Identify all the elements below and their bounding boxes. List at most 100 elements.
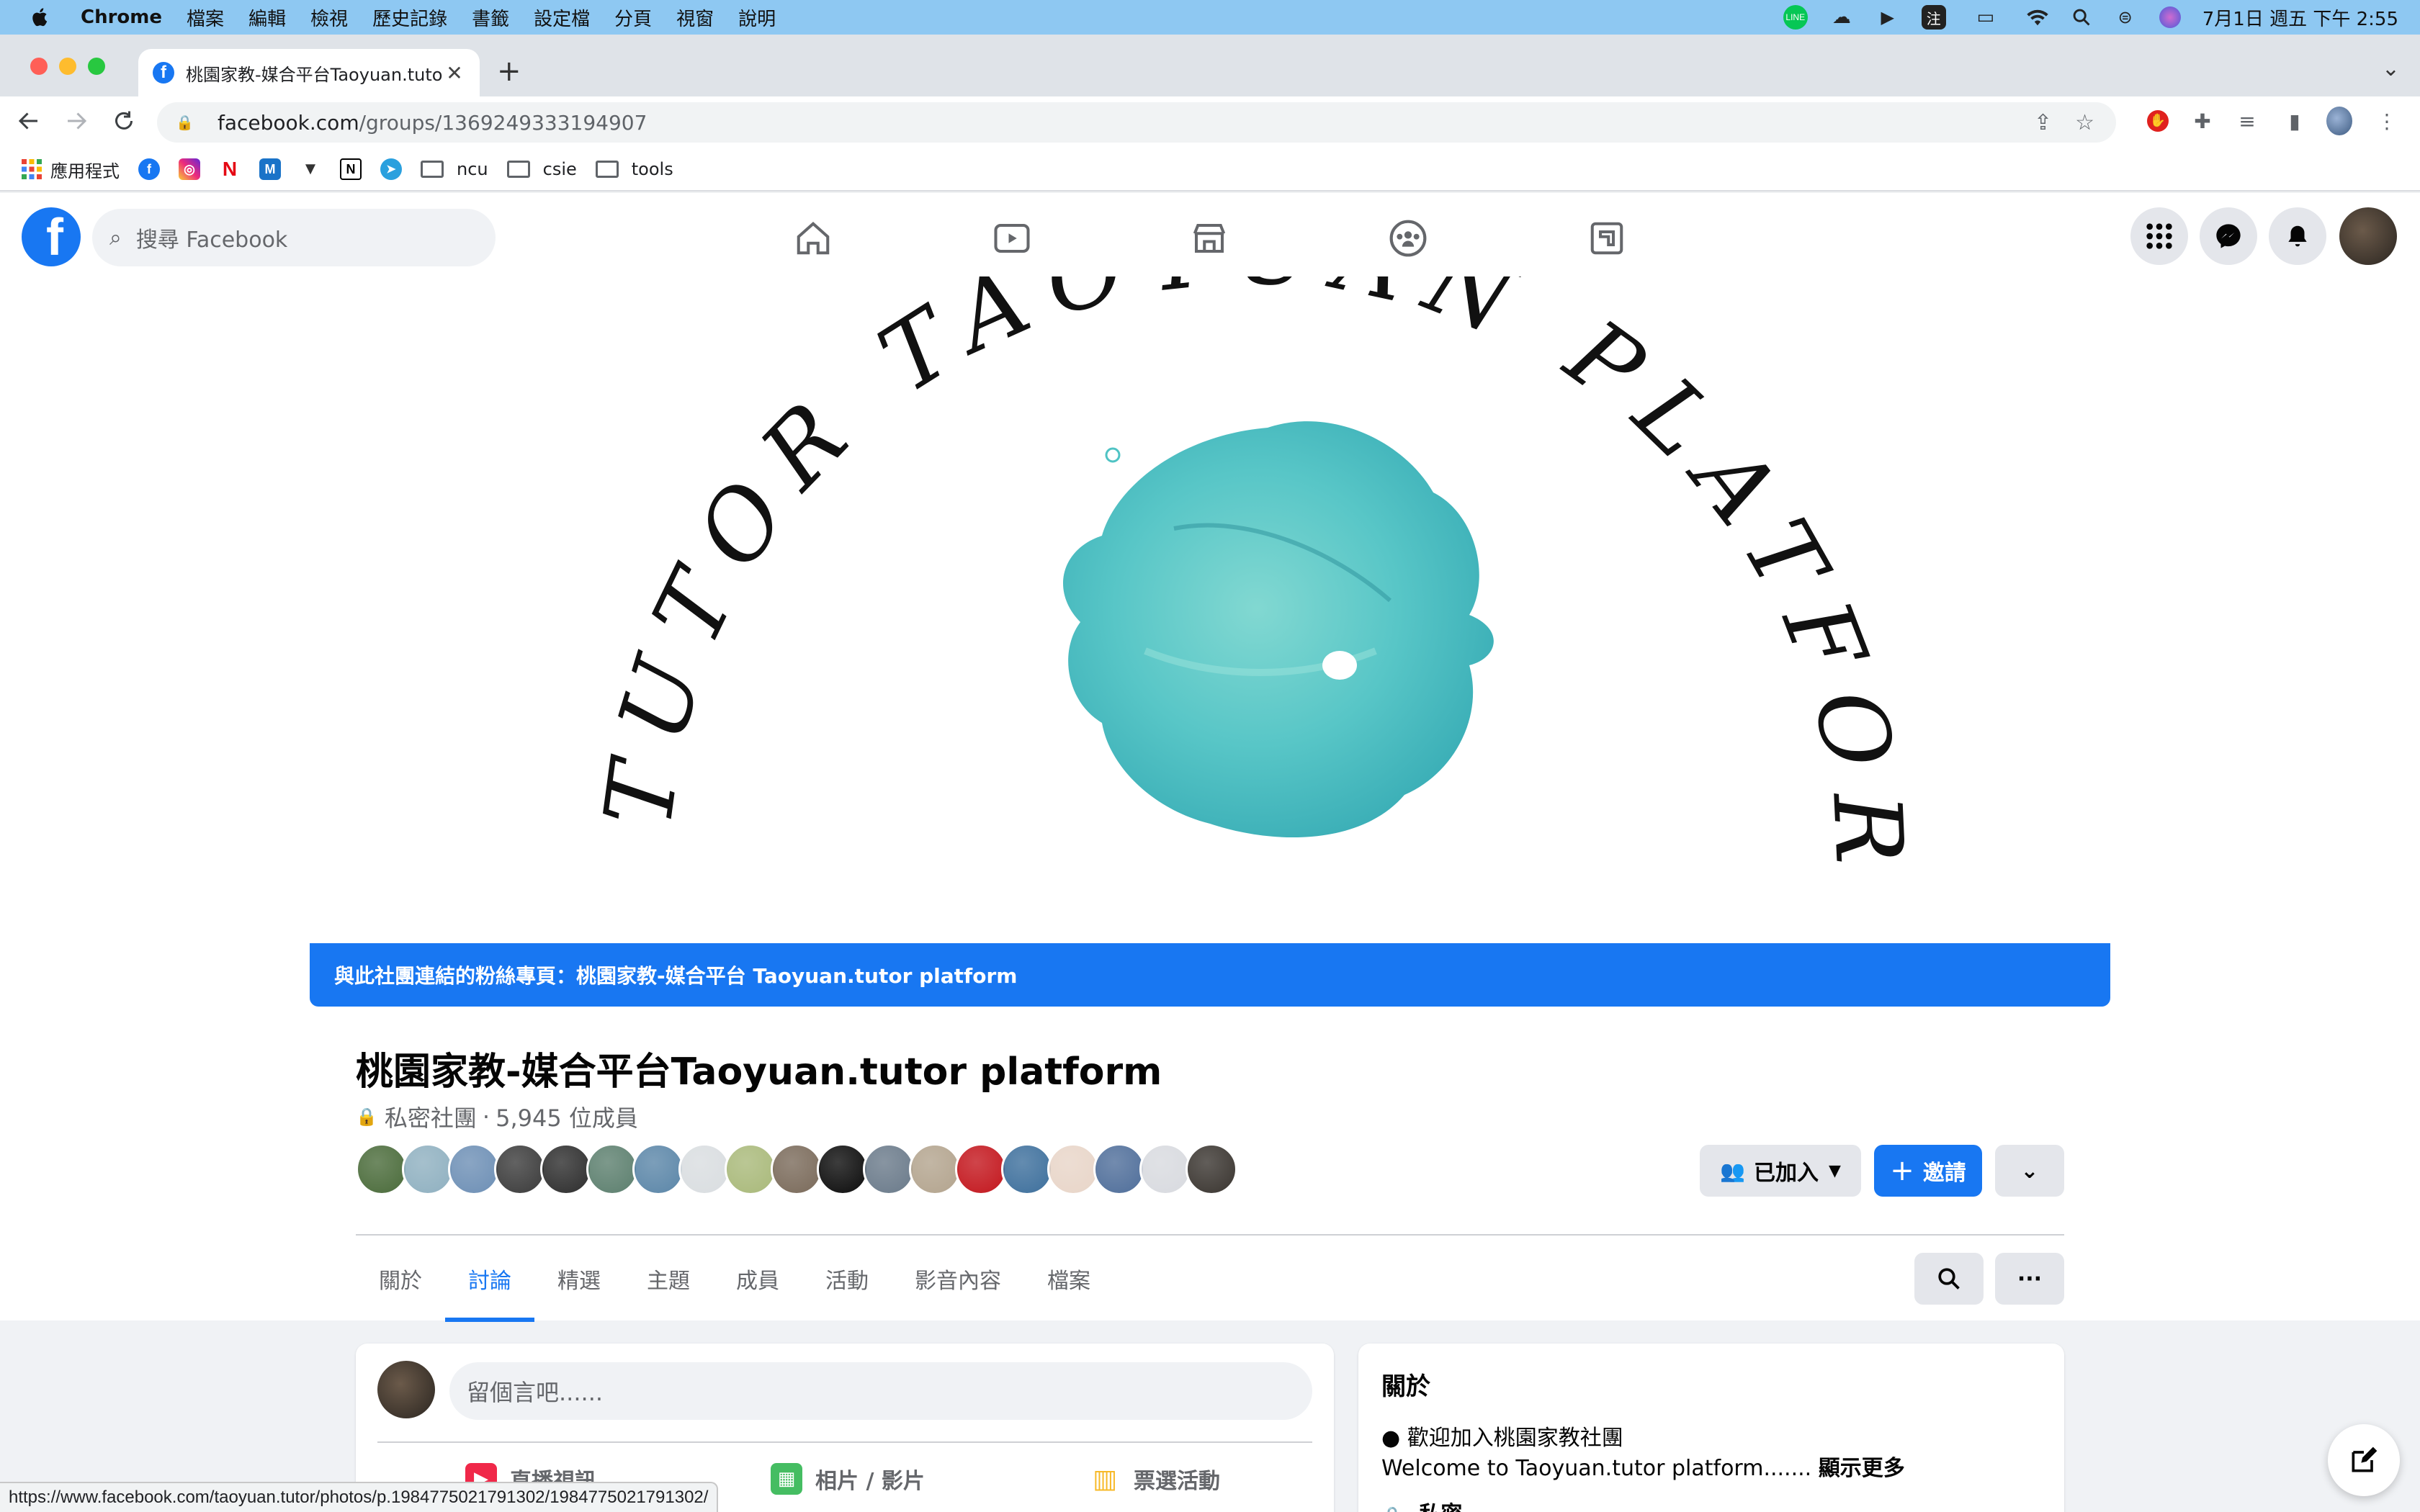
bookmark-facebook[interactable]: f [138,158,160,180]
tab-topics[interactable]: 主題 [624,1236,713,1322]
apple-icon[interactable] [29,6,52,29]
tab-about[interactable]: 關於 [356,1236,445,1322]
bookmark-folder-tools[interactable]: tools [595,159,673,179]
more-options-dropdown[interactable]: ⌄ [1995,1145,2064,1197]
facebook-logo-icon[interactable]: f [22,207,81,266]
member-avatar[interactable] [356,1143,408,1195]
account-avatar[interactable] [2339,207,2397,265]
menu-grid-button[interactable] [2130,207,2188,265]
tab-discussion[interactable]: 討論 [445,1236,534,1322]
line-icon[interactable]: LINE [1783,5,1808,30]
group-cover-photo[interactable]: TUTOR TAOYUAN PLATFORM [310,276,2110,943]
bookmark-star-icon[interactable]: ☆ [2075,110,2094,135]
new-message-button[interactable] [2328,1424,2400,1496]
adblock-extension-icon[interactable]: ✋ [2145,108,2171,134]
tab-events[interactable]: 活動 [802,1236,892,1322]
minimize-window-button[interactable] [59,58,76,75]
active-tab[interactable]: f 桃園家教-媒合平台Taoyuan.tuto ✕ [138,49,480,96]
tab-media[interactable]: 影音內容 [892,1236,1024,1322]
bookmark-telegram[interactable]: ➤ [380,158,402,180]
wifi-icon[interactable] [2025,7,2050,27]
nav-gaming-icon[interactable] [1582,213,1632,264]
share-icon[interactable]: ⇪ [2034,110,2052,135]
bookmark-notion[interactable]: N [340,158,362,180]
menu-help[interactable]: 說明 [738,4,776,31]
member-avatar[interactable] [909,1143,961,1195]
member-avatar[interactable] [540,1143,592,1195]
invite-button[interactable]: + 邀請 [1874,1145,1982,1197]
back-icon[interactable] [16,108,42,134]
see-more-link[interactable]: 顯示更多 [1819,1456,1905,1481]
group-title[interactable]: 桃園家教-媒合平台Taoyuan.tutor platform [356,1041,1162,1095]
member-avatar-strip[interactable] [356,1143,1237,1195]
composer-avatar[interactable] [377,1361,435,1418]
member-avatar[interactable] [448,1143,500,1195]
menubar-clock[interactable]: 7月1日 週五 下午 2:55 [2202,4,2398,31]
close-window-button[interactable] [30,58,48,75]
forward-icon[interactable] [63,108,89,134]
chrome-menu-icon[interactable]: ⋮ [2374,108,2400,134]
group-search-button[interactable] [1914,1253,1984,1305]
tab-files[interactable]: 檔案 [1024,1236,1113,1322]
play-icon[interactable]: ▶ [1876,5,1900,30]
member-avatar[interactable] [586,1143,638,1195]
menu-tab[interactable]: 分頁 [614,4,652,31]
menu-edit[interactable]: 編輯 [248,4,286,31]
notifications-button[interactable] [2269,207,2326,265]
linked-page-text[interactable]: 與此社團連結的粉絲專頁：桃園家教-媒合平台 Taoyuan.tutor plat… [334,960,1017,989]
zoom-window-button[interactable] [88,58,105,75]
reload-icon[interactable] [111,108,137,134]
member-avatar[interactable] [863,1143,915,1195]
member-avatar[interactable] [1139,1143,1191,1195]
bookmark-medium[interactable]: M [259,158,281,180]
media-control-icon[interactable]: ≡ [2234,108,2260,134]
member-avatar[interactable] [494,1143,546,1195]
composer-input[interactable]: 留個言吧...... [449,1362,1312,1420]
tab-members[interactable]: 成員 [713,1236,802,1322]
bookmark-instagram[interactable]: ◎ [179,158,200,180]
member-avatar[interactable] [1001,1143,1053,1195]
member-avatar[interactable] [678,1143,730,1195]
menu-file[interactable]: 檔案 [187,4,224,31]
side-panel-icon[interactable]: ▮ [2282,108,2308,134]
member-avatar[interactable] [402,1143,454,1195]
control-center-icon[interactable]: ⊜ [2113,5,2138,30]
nav-marketplace-icon[interactable] [1184,213,1234,264]
member-avatar[interactable] [955,1143,1007,1195]
group-member-count[interactable]: 5,945 位成員 [496,1100,638,1133]
bookmark-triangle[interactable]: ▼ [300,158,321,180]
messenger-button[interactable] [2200,207,2257,265]
address-bar[interactable]: 🔒 facebook.com/groups/1369249333194907 ⇪… [157,102,2116,143]
member-avatar[interactable] [632,1143,684,1195]
new-tab-button[interactable]: + [497,55,521,88]
bookmark-apps[interactable]: 應用程式 [22,157,120,182]
menu-window[interactable]: 視窗 [676,4,714,31]
nav-watch-icon[interactable] [987,213,1037,264]
menu-history[interactable]: 歷史記錄 [372,4,447,31]
lock-icon[interactable]: 🔒 [176,114,196,131]
input-method-icon[interactable]: 注 [1921,5,1946,30]
member-avatar[interactable] [1186,1143,1237,1195]
menu-app-name[interactable]: Chrome [81,6,162,28]
member-avatar[interactable] [1047,1143,1099,1195]
bookmark-folder-csie[interactable]: csie [506,159,577,179]
member-avatar[interactable] [771,1143,823,1195]
tab-featured[interactable]: 精選 [534,1236,624,1322]
tab-close-icon[interactable]: ✕ [444,61,465,85]
nav-home-icon[interactable] [788,213,838,264]
member-avatar[interactable] [725,1143,776,1195]
menu-profiles[interactable]: 設定檔 [534,4,590,31]
menu-bookmarks[interactable]: 書籤 [472,4,509,31]
spotlight-search-icon[interactable] [2071,7,2092,27]
siri-icon[interactable] [2159,6,2181,28]
battery-icon[interactable]: ▭ [1968,5,2004,30]
creative-cloud-icon[interactable]: ☁ [1829,5,1854,30]
poll-button[interactable]: ▥ 票選活動 [1089,1463,1220,1495]
group-more-button[interactable]: ··· [1995,1253,2064,1305]
photo-video-button[interactable]: ▦ 相片 / 影片 [771,1463,925,1495]
facebook-search-input[interactable]: ⌕ 搜尋 Facebook [92,209,496,266]
extensions-puzzle-icon[interactable]: ✚ [2190,108,2215,134]
bookmark-netflix[interactable]: N [219,158,241,180]
profile-avatar-icon[interactable] [2326,107,2352,135]
bookmark-folder-ncu[interactable]: ncu [421,159,488,179]
